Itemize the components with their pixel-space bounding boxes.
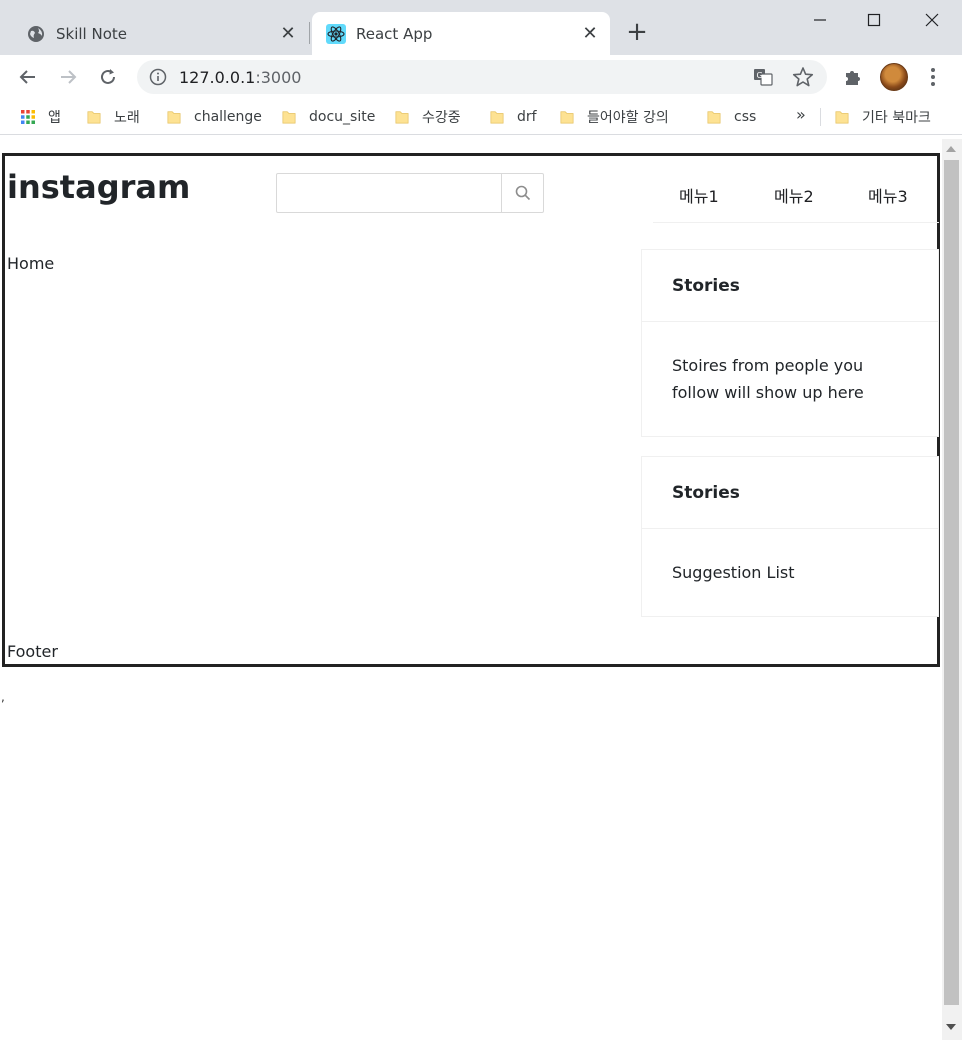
other-bookmarks[interactable]: 기타 북마크 bbox=[834, 105, 931, 129]
folder-icon bbox=[490, 111, 504, 124]
maximize-icon[interactable] bbox=[862, 8, 886, 32]
scrollbar-thumb[interactable] bbox=[944, 160, 959, 1005]
card-body: Suggestion List bbox=[672, 563, 795, 582]
globe-icon bbox=[26, 24, 46, 44]
new-tab-button[interactable]: + bbox=[624, 19, 650, 46]
more-bookmarks-chevron-icon[interactable]: » bbox=[796, 105, 806, 124]
bookmark-label: 들어야할 강의 bbox=[587, 110, 669, 126]
search-box bbox=[276, 173, 544, 213]
stories-card: Stories Stoires from people you follow w… bbox=[641, 249, 939, 437]
close-icon[interactable]: ✕ bbox=[580, 23, 600, 44]
bookmark-label: 수강중 bbox=[422, 110, 461, 126]
bookmark-folder[interactable]: 노래 bbox=[86, 105, 140, 129]
star-icon[interactable] bbox=[792, 66, 814, 88]
profile-avatar[interactable] bbox=[880, 63, 908, 91]
bookmark-label: 노래 bbox=[114, 110, 140, 126]
browser-chrome: Skill Note ✕ React App ✕ + 127.0.0.1:300… bbox=[0, 0, 962, 139]
url-text[interactable]: 127.0.0.1:3000 bbox=[179, 68, 301, 87]
bookmark-divider bbox=[820, 108, 821, 126]
translate-icon[interactable]: G bbox=[753, 67, 773, 87]
tab-title: Skill Note bbox=[56, 24, 127, 43]
app-layout: instagram 메뉴1 메뉴2 메뉴3 Home Stories Stoir… bbox=[2, 153, 940, 667]
folder-icon bbox=[87, 111, 101, 124]
minimize-icon[interactable] bbox=[808, 8, 832, 32]
window-close-icon[interactable] bbox=[920, 8, 944, 32]
url-port: :3000 bbox=[255, 68, 302, 87]
folder-icon bbox=[560, 111, 574, 124]
bookmarks-bar: 앱 노래 challenge docu_site 수강중 drf 들어야할 강의 bbox=[0, 99, 962, 135]
bookmark-label: 앱 bbox=[48, 110, 61, 126]
tab-react-app[interactable]: React App ✕ bbox=[312, 12, 610, 55]
bookmark-label: docu_site bbox=[309, 109, 376, 125]
footer: Footer bbox=[7, 642, 58, 661]
folder-icon bbox=[395, 111, 409, 124]
address-bar[interactable]: 127.0.0.1:3000 G bbox=[137, 60, 827, 94]
svg-text:G: G bbox=[757, 71, 763, 80]
search-button[interactable] bbox=[501, 174, 543, 212]
bookmark-label: 기타 북마크 bbox=[862, 110, 931, 126]
forward-arrow-icon[interactable] bbox=[54, 63, 82, 91]
back-arrow-icon[interactable] bbox=[14, 63, 42, 91]
kebab-menu-icon[interactable] bbox=[924, 66, 942, 88]
tab-separator bbox=[309, 22, 310, 44]
stray-text: , bbox=[1, 690, 5, 704]
bookmark-folder[interactable]: docu_site bbox=[281, 105, 375, 129]
bookmark-folder[interactable]: challenge bbox=[166, 105, 262, 129]
menu-item-1[interactable]: 메뉴1 bbox=[679, 183, 719, 207]
scroll-up-arrow-icon[interactable] bbox=[946, 146, 956, 152]
toolbar: 127.0.0.1:3000 G bbox=[0, 55, 962, 99]
menu-item-2[interactable]: 메뉴2 bbox=[774, 183, 814, 207]
bookmark-label: drf bbox=[517, 109, 537, 125]
app-logo[interactable]: instagram bbox=[7, 168, 190, 206]
reload-icon[interactable] bbox=[94, 63, 122, 91]
card-body: Stoires from people you follow will show… bbox=[672, 356, 864, 402]
menu-item-3[interactable]: 메뉴3 bbox=[868, 183, 908, 207]
card-title: Stories bbox=[642, 457, 938, 529]
folder-icon bbox=[835, 111, 849, 124]
bookmark-folder[interactable]: drf bbox=[489, 105, 537, 129]
apps-grid-icon bbox=[21, 110, 35, 124]
top-menu: 메뉴1 메뉴2 메뉴3 bbox=[653, 169, 939, 223]
folder-icon bbox=[282, 111, 296, 124]
url-host: 127.0.0.1 bbox=[179, 68, 256, 87]
react-icon bbox=[326, 23, 346, 44]
tab-title: React App bbox=[356, 24, 433, 43]
folder-icon bbox=[167, 111, 181, 124]
tab-skill-note[interactable]: Skill Note ✕ bbox=[12, 12, 308, 55]
bookmark-folder[interactable]: 들어야할 강의 bbox=[559, 105, 669, 129]
close-icon[interactable]: ✕ bbox=[278, 23, 298, 44]
search-input[interactable] bbox=[277, 174, 501, 212]
bookmark-label: css bbox=[734, 109, 757, 125]
card-title: Stories bbox=[642, 250, 938, 322]
bookmark-label: challenge bbox=[194, 109, 262, 125]
suggestions-card: Stories Suggestion List bbox=[641, 456, 939, 617]
info-icon[interactable] bbox=[149, 68, 167, 86]
bookmark-folder[interactable]: css bbox=[706, 105, 756, 129]
search-icon bbox=[515, 185, 530, 201]
folder-icon bbox=[707, 111, 721, 124]
scroll-down-arrow-icon[interactable] bbox=[946, 1024, 956, 1030]
bookmark-apps[interactable]: 앱 bbox=[20, 105, 61, 129]
home-content: Home bbox=[7, 254, 55, 273]
extensions-puzzle-icon[interactable] bbox=[842, 66, 864, 88]
bookmark-folder[interactable]: 수강중 bbox=[394, 105, 461, 129]
